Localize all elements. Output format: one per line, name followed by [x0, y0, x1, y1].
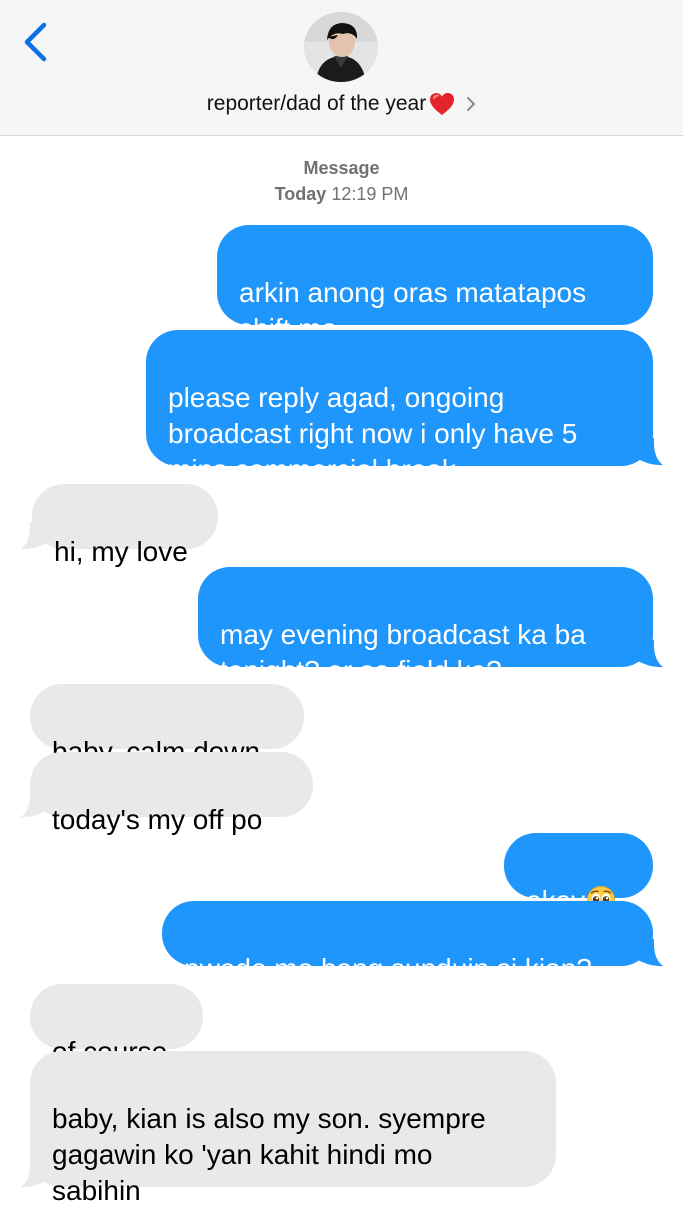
incoming-message-bubble[interactable]: baby, kian is also my son. syempre gagaw…	[30, 1051, 556, 1206]
conversation-header: reporter/dad of the year	[0, 0, 683, 136]
red-heart-emoji-icon	[428, 91, 456, 117]
outgoing-message-bubble[interactable]: may evening broadcast ka ba tonight? or …	[198, 567, 653, 686]
outgoing-message-bubble[interactable]: please reply agad, ongoing broadcast rig…	[146, 330, 653, 485]
timestamp-time: 12:19 PM	[331, 184, 409, 204]
timestamp-day: Today	[274, 184, 327, 204]
message-text: pwede mo bang sunduin si kian?	[184, 953, 592, 984]
service-label: Message	[303, 158, 380, 178]
message-text: baby, kian is also my son. syempre gagaw…	[52, 1103, 486, 1206]
avatar-photo	[304, 12, 378, 82]
message-text: please reply agad, ongoing broadcast rig…	[168, 382, 578, 485]
timestamp: Today 12:19 PM	[0, 184, 683, 205]
chevron-left-icon	[24, 22, 47, 62]
incoming-message-bubble[interactable]: today's my off po	[30, 752, 313, 835]
outgoing-message-bubble[interactable]: okay	[504, 833, 653, 916]
message-text: may evening broadcast ka ba tonight? or …	[220, 619, 586, 686]
chevron-right-icon	[466, 96, 476, 112]
outgoing-message-bubble[interactable]: arkin anong oras matatapos shift mo	[217, 225, 653, 344]
message-text: today's my off po	[52, 804, 263, 835]
contact-name: reporter/dad of the year	[206, 92, 427, 115]
message-text: hi, my love	[54, 536, 188, 567]
incoming-message-bubble[interactable]: hi, my love	[32, 484, 218, 567]
incoming-message-bubble[interactable]: of course	[30, 984, 203, 1067]
contact-avatar[interactable]	[304, 12, 378, 82]
outgoing-message-bubble[interactable]: pwede mo bang sunduin si kian?	[162, 901, 653, 984]
incoming-message-bubble[interactable]: baby, calm down	[30, 684, 304, 767]
back-button[interactable]	[14, 18, 58, 64]
contact-name-button[interactable]: reporter/dad of the year	[0, 86, 683, 122]
